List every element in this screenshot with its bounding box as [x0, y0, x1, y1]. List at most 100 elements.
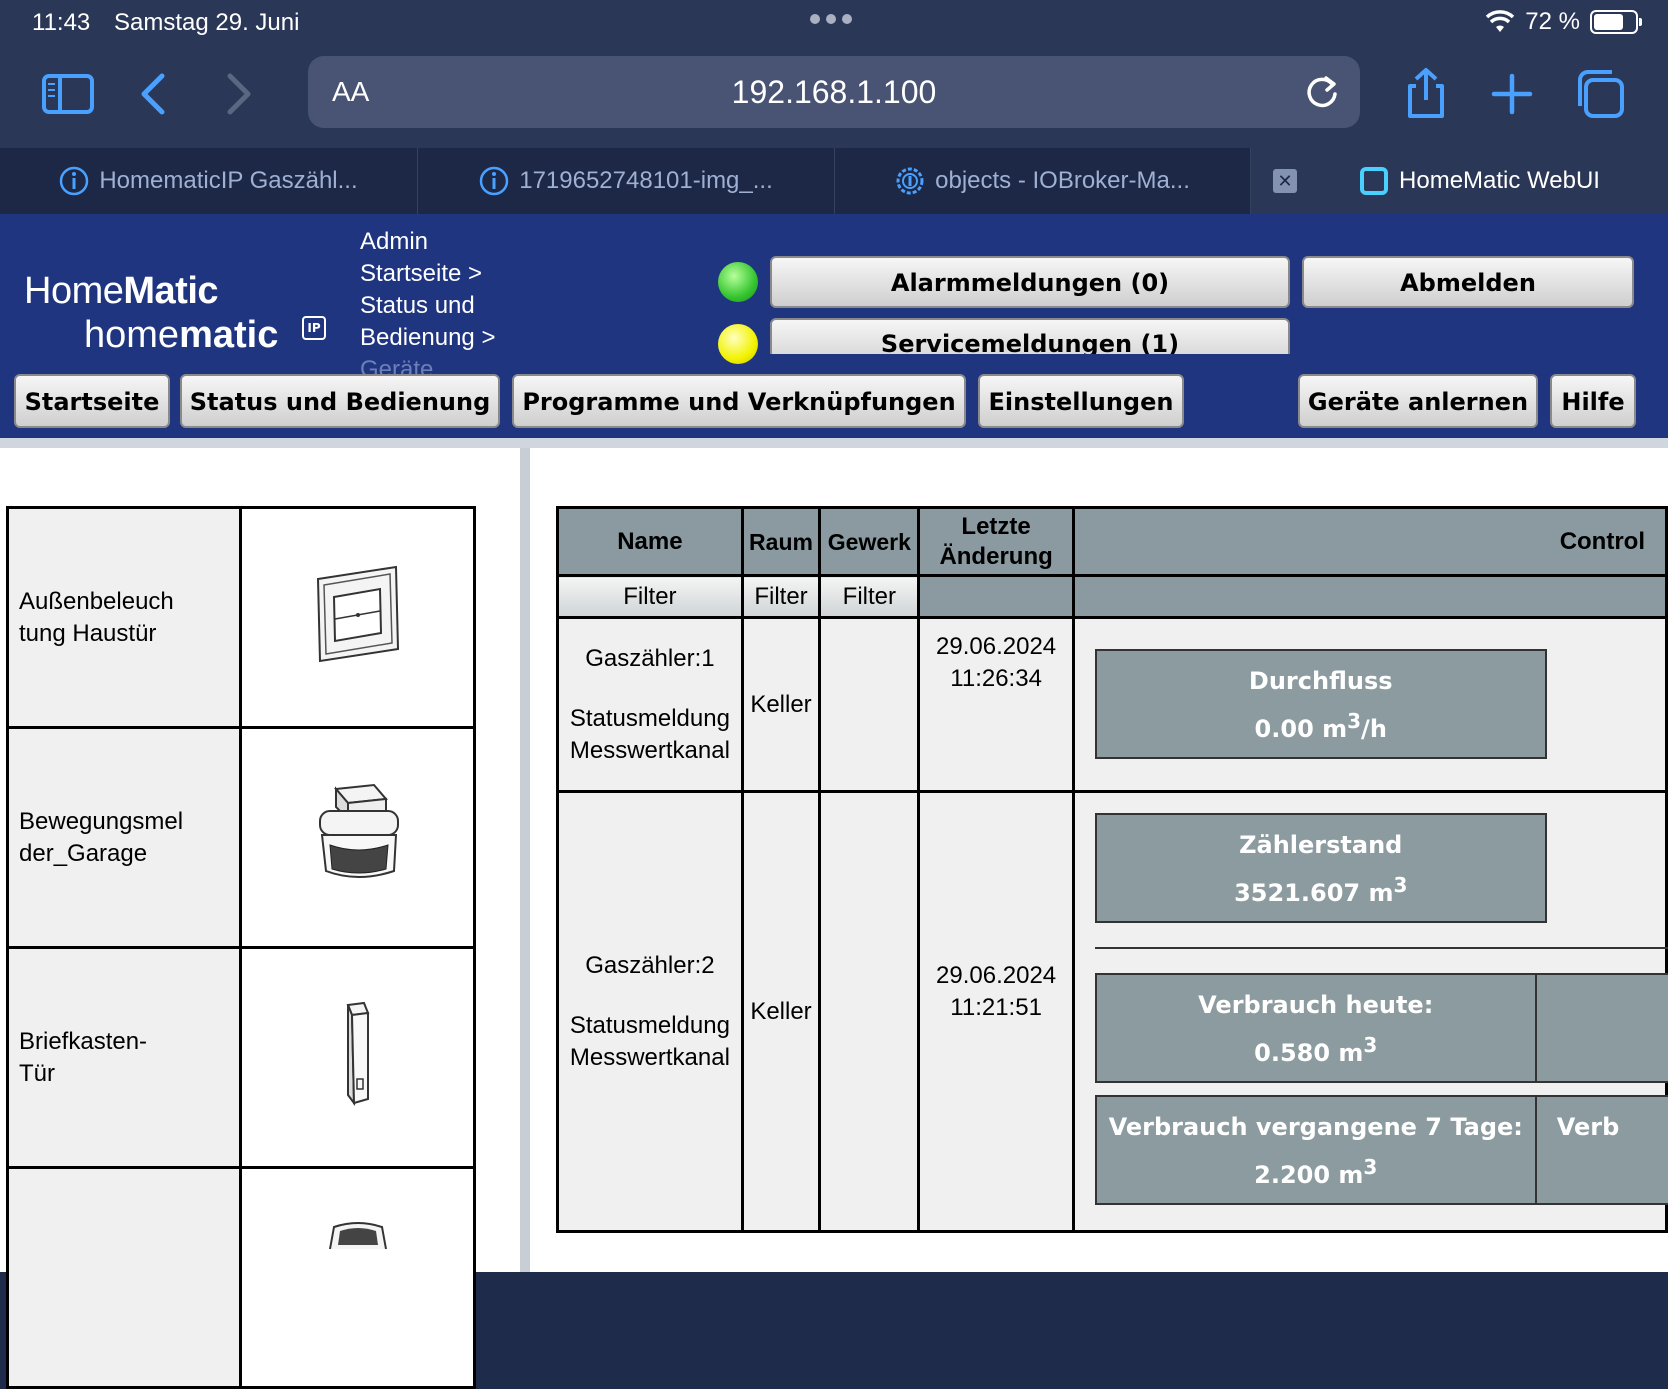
info-icon: [59, 166, 89, 196]
browser-toolbar: AA 192.168.1.100: [0, 48, 1668, 148]
alarm-messages-button[interactable]: Alarmmeldungen (0): [770, 256, 1290, 308]
address-bar[interactable]: AA 192.168.1.100: [308, 56, 1360, 128]
menu-geraete-anlernen[interactable]: Geräte anlernen: [1298, 374, 1538, 428]
change-time: 11:26:34: [950, 665, 1042, 692]
value-unit-exponent: 3: [1363, 1033, 1378, 1057]
value-number: 2.200 m: [1254, 1161, 1364, 1189]
tab-homematic-webui[interactable]: ✕ HomeMatic WebUI: [1251, 148, 1668, 214]
trade-cell: [818, 790, 921, 1233]
consumption-extra-display: [1534, 973, 1668, 1083]
device-name-line: Bewegungsmel: [19, 807, 184, 835]
new-tab-plus-icon[interactable]: [1484, 66, 1540, 122]
tab-title: HomematicIP Gaszähl...: [99, 167, 358, 194]
tab-bar: HomematicIP Gaszähl... 1719652748101-img…: [0, 148, 1668, 214]
multitasking-dots-icon[interactable]: [810, 14, 852, 24]
device-name: Briefkasten- Tür: [5, 946, 243, 1169]
tab-overview-icon[interactable]: [1572, 66, 1628, 122]
homematic-logo: HomeMatic: [24, 270, 219, 313]
column-header-trade[interactable]: Gewerk: [818, 506, 921, 577]
device-name-line: tung Haustür: [19, 619, 157, 647]
channel-name: Gaszähler:2: [585, 951, 715, 979]
share-icon[interactable]: [1398, 66, 1454, 122]
logout-button[interactable]: Abmelden: [1302, 256, 1634, 308]
homematic-header: HomeMatic homematic IP Admin Startseite …: [0, 214, 1668, 438]
breadcrumb-status-1[interactable]: Status und: [360, 290, 620, 322]
homematic-favicon-icon: [1359, 166, 1389, 196]
column-header-last-change[interactable]: Letzte Änderung: [917, 506, 1075, 577]
consumption-today-display: Verbrauch heute: 0.580 m3: [1094, 973, 1537, 1083]
value-unit-exponent: 3: [1393, 873, 1408, 897]
logo-text-d: matic: [179, 314, 279, 356]
tab-title: HomeMatic WebUI: [1399, 167, 1600, 194]
tab-img[interactable]: 1719652748101-img_...: [418, 148, 835, 214]
battery-percent: 72 %: [1525, 8, 1580, 35]
info-icon: [479, 166, 509, 196]
filter-trade-button[interactable]: Filter: [818, 574, 921, 619]
column-header-control: Control: [1071, 506, 1668, 577]
flush-switch-device-icon: [239, 506, 476, 729]
sidebar-icon[interactable]: [40, 66, 96, 122]
column-header-name[interactable]: Name: [556, 506, 744, 577]
channel-kind: Statusmeldung: [569, 1011, 730, 1039]
tab-homematicip-gaszaehler[interactable]: HomematicIP Gaszähl...: [0, 148, 418, 214]
value-line: 2.200 m3: [1097, 1151, 1535, 1199]
back-chevron-icon[interactable]: [128, 66, 184, 122]
menu-programme[interactable]: Programme und Verknüpfungen: [512, 374, 966, 428]
menu-einstellungen[interactable]: Einstellungen: [978, 374, 1184, 428]
reload-icon[interactable]: [1302, 72, 1342, 112]
url-text[interactable]: 192.168.1.100: [308, 74, 1360, 111]
table-row[interactable]: Gaszähler:2 Statusmeldung Messwertkanal …: [556, 790, 1668, 1233]
user-name: Admin: [360, 228, 429, 255]
table-row[interactable]: Gaszähler:1 Statusmeldung Messwertkanal …: [556, 616, 1668, 793]
header-line: Änderung: [939, 542, 1053, 570]
meter-reading-display: Zählerstand 3521.607 m3: [1094, 813, 1547, 923]
breadcrumb: Admin Startseite > Status und Bedienung …: [360, 226, 620, 376]
room-cell: Keller: [740, 790, 822, 1233]
logo-text-a: Home: [24, 270, 124, 312]
flow-rate-display: Durchfluss 0.00 m3/h: [1094, 649, 1547, 759]
consumption-7days-display: Verbrauch vergangene 7 Tage: 2.200 m3: [1094, 1095, 1537, 1205]
control-cell: Durchfluss 0.00 m3/h: [1071, 616, 1668, 793]
value-label: Verbrauch vergangene 7 Tage:: [1108, 1113, 1523, 1141]
table-row[interactable]: Briefkasten- Tür: [5, 946, 476, 1169]
filter-room-button[interactable]: Filter: [740, 574, 822, 619]
table-row[interactable]: Bewegungsmel der_Garage: [5, 726, 476, 949]
change-time: 11:21:51: [950, 993, 1042, 1021]
channel-name-cell: Gaszähler:1 Statusmeldung Messwertkanal: [556, 616, 744, 793]
value-number: 3521.607 m: [1234, 879, 1394, 907]
device-name: Bewegungsmel der_Garage: [5, 726, 243, 949]
service-messages-button[interactable]: Servicemeldungen (1): [770, 318, 1290, 354]
breadcrumb-startseite[interactable]: Startseite >: [360, 258, 620, 290]
value-unit-exponent: 3: [1347, 709, 1362, 733]
value-label: Zählerstand: [1239, 831, 1403, 859]
main-menu: Startseite Status und Bedienung Programm…: [0, 366, 1668, 428]
status-time: 11:43: [32, 9, 91, 36]
channel-kind: Messwertkanal: [569, 737, 730, 764]
value-unit-exponent: 3: [1363, 1155, 1378, 1179]
filter-name-button[interactable]: Filter: [556, 574, 744, 619]
menu-hilfe[interactable]: Hilfe: [1550, 374, 1636, 428]
menu-status-bedienung[interactable]: Status und Bedienung: [180, 374, 500, 428]
value-line: 0.00 m3/h: [1097, 705, 1545, 753]
header-line: Letzte: [961, 512, 1031, 540]
pane-divider[interactable]: [520, 448, 530, 1272]
value-label: Verb: [1556, 1113, 1620, 1141]
channel-name-cell: Gaszähler:2 Statusmeldung Messwertkanal: [556, 790, 744, 1233]
table-row[interactable]: Außenbeleuch tung Haustür: [5, 506, 476, 729]
table-row[interactable]: [5, 1166, 476, 1389]
forward-chevron-icon[interactable]: [210, 66, 266, 122]
close-tab-icon[interactable]: ✕: [1273, 169, 1297, 193]
alarm-status-led: [718, 262, 758, 302]
breadcrumb-status-2[interactable]: Bedienung >: [360, 322, 620, 354]
channel-kind: Messwertkanal: [569, 1043, 730, 1071]
channel-pane: Name Raum Gewerk Letzte Änderung Control …: [530, 448, 1668, 1272]
service-status-led: [718, 324, 758, 364]
tab-iobroker-objects[interactable]: objects - IOBroker-Ma...: [835, 148, 1251, 214]
column-header-room[interactable]: Raum: [740, 506, 822, 577]
device-name: Außenbeleuch tung Haustür: [5, 506, 243, 729]
menu-startseite[interactable]: Startseite: [14, 374, 170, 428]
control-cell: Zählerstand 3521.607 m3 Verbrauch heute:…: [1071, 790, 1668, 1233]
motion-detector-device-icon: [239, 726, 476, 949]
last-change-cell: 29.06.2024 11:26:34: [917, 616, 1075, 793]
separator: [1094, 947, 1668, 949]
